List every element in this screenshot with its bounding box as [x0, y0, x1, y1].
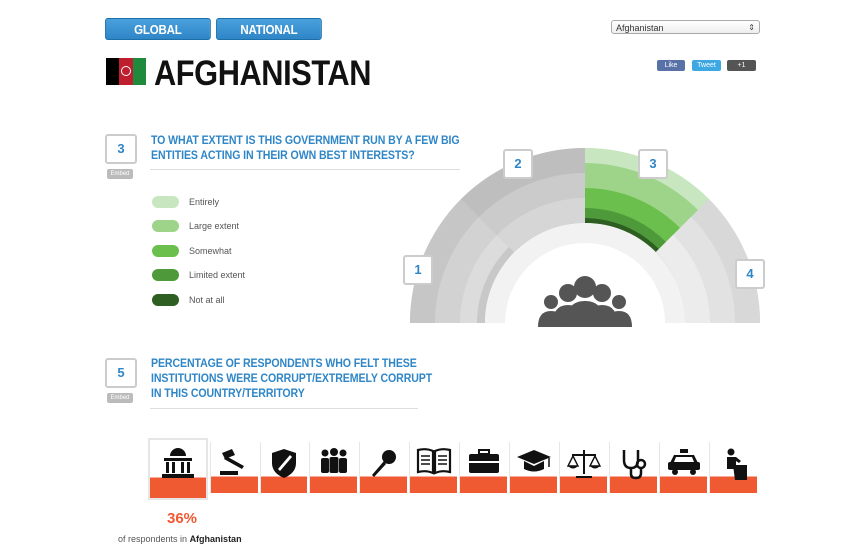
tweet-button[interactable]: Tweet [692, 60, 721, 71]
question-5-title: PERCENTAGE OF RESPONDENTS WHO FELT THESE… [151, 357, 432, 402]
respondents-footer: of respondents in Afghanistan [118, 534, 242, 544]
embed-button-q3[interactable]: Embed [107, 169, 133, 179]
segment-label-2[interactable]: 2 [503, 149, 533, 179]
question-number-5: 5 [105, 358, 137, 388]
institution-tile[interactable] [209, 442, 258, 493]
select-arrow-icon: ⇕ [748, 23, 755, 32]
question-5-title-line1: PERCENTAGE OF RESPONDENTS WHO FELT THESE [151, 358, 417, 370]
institution-tile[interactable] [259, 442, 308, 493]
legend-swatch [152, 245, 179, 257]
question-3-title-line2: ENTITIES ACTING IN THEIR OWN BEST INTERE… [151, 150, 415, 162]
national-results-button[interactable]: NATIONAL RESULTS [216, 18, 322, 59]
country-select[interactable]: Afghanistan ⇕ [611, 20, 760, 34]
selected-percentage: 36% [167, 510, 198, 527]
question-5-title-line2: INSTITUTIONS WERE CORRUPT/EXTREMELY CORR… [151, 373, 433, 385]
global-results-button[interactable]: GLOBAL RESULTS [105, 18, 211, 59]
segment-label-4[interactable]: 4 [735, 259, 765, 289]
legend-item: Entirely [152, 195, 219, 209]
footer-country: Afghanistan [189, 534, 242, 544]
legend-swatch [152, 294, 179, 306]
afghanistan-flag-icon [106, 58, 146, 85]
institution-tile[interactable] [459, 442, 508, 493]
facebook-like-button[interactable]: Like [657, 60, 685, 71]
legend-label: Not at all [189, 295, 225, 305]
google-plusone-button[interactable]: +1 [727, 60, 756, 71]
legend-swatch [152, 220, 179, 232]
footer-prefix: of respondents in [118, 534, 188, 544]
legend-item: Limited extent [152, 268, 245, 282]
segment-label-1[interactable]: 1 [403, 255, 433, 285]
legend-label: Limited extent [189, 270, 246, 280]
legend-label: Somewhat [189, 246, 232, 256]
embed-button-q5[interactable]: Embed [107, 393, 133, 403]
country-select-value: Afghanistan [616, 23, 664, 33]
institutions-row [148, 438, 759, 500]
segment-label-3[interactable]: 3 [638, 149, 668, 179]
institution-tile[interactable] [148, 438, 208, 500]
legend-swatch [152, 269, 179, 281]
country-title: AFGHANISTAN [154, 54, 372, 93]
question-number-3: 3 [105, 134, 137, 164]
question-5-title-line3: IN THIS COUNTRY/TERRITORY [151, 388, 305, 400]
results-semicircle-chart: 1 2 3 4 [403, 145, 765, 335]
institution-tile[interactable] [659, 442, 708, 493]
institution-tile[interactable] [309, 442, 358, 493]
institution-tile[interactable] [409, 442, 458, 493]
institution-tile[interactable] [359, 442, 408, 493]
institution-tile[interactable] [559, 442, 608, 493]
legend-item: Not at all [152, 293, 225, 307]
institution-tile[interactable] [709, 442, 758, 493]
legend-swatch [152, 196, 179, 208]
institution-tile[interactable] [609, 442, 658, 493]
institution-tile[interactable] [509, 442, 558, 493]
legend-label: Large extent [189, 221, 240, 231]
legend-item: Large extent [152, 219, 239, 233]
legend-label: Entirely [189, 197, 220, 207]
legend-item: Somewhat [152, 244, 232, 258]
question-5-divider [150, 408, 418, 409]
